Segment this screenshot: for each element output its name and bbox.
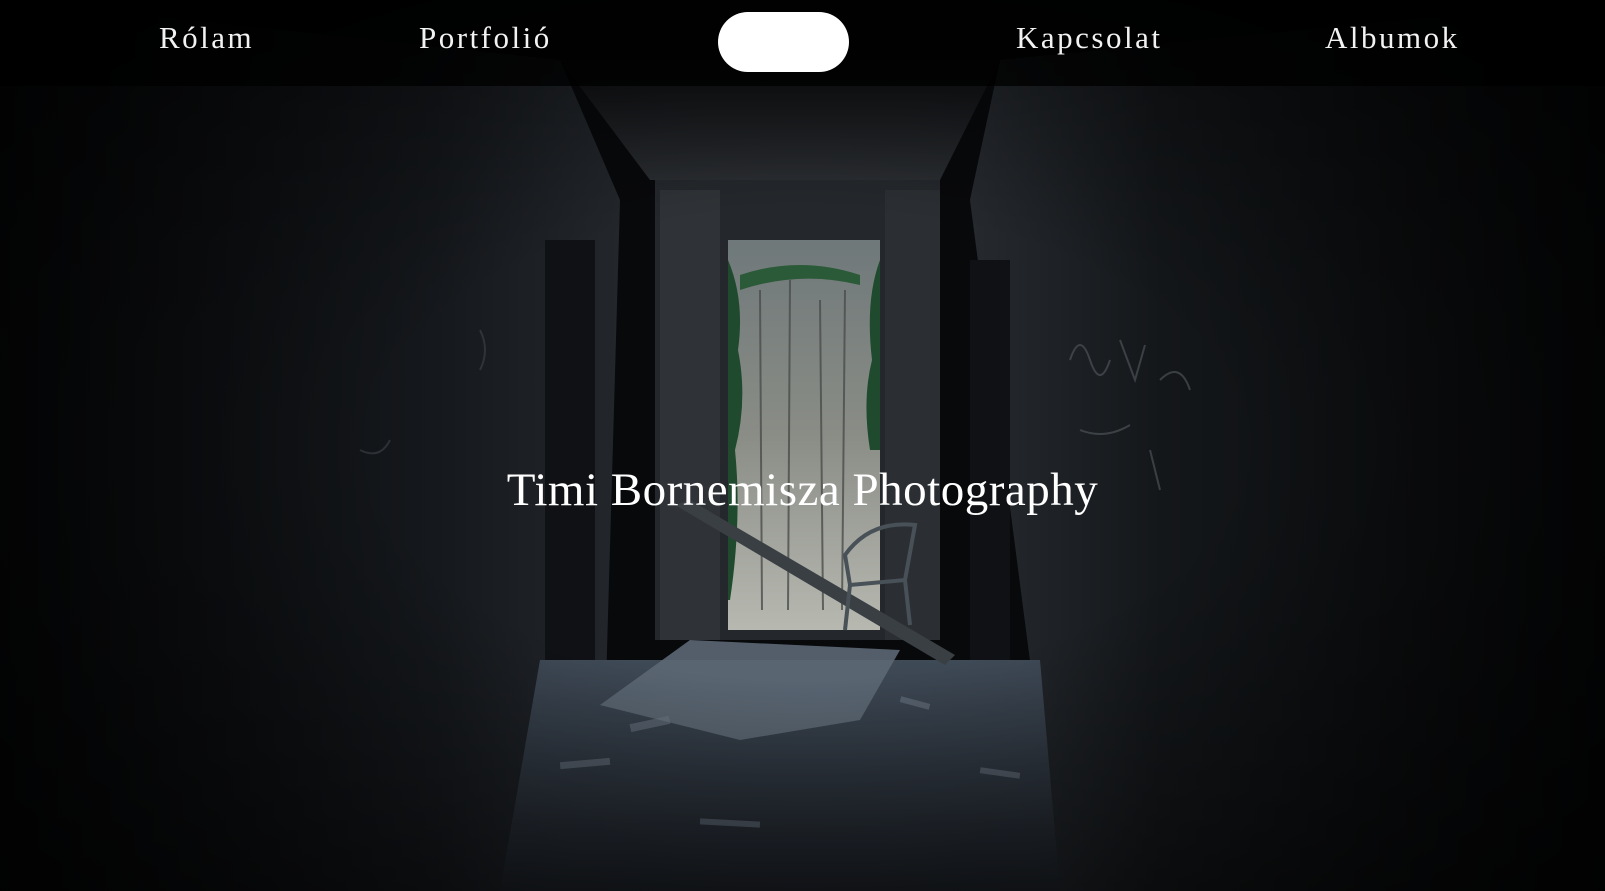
- nav-link-kapcsolat[interactable]: Kapcsolat: [1016, 19, 1162, 56]
- site-title: Timi Bornemisza Photography: [506, 464, 1099, 516]
- logo-pill[interactable]: [718, 12, 849, 72]
- nav-link-albumok[interactable]: Albumok: [1325, 19, 1460, 56]
- nav-link-portfolio[interactable]: Portfolió: [419, 19, 552, 56]
- nav-link-rolam[interactable]: Rólam: [159, 19, 254, 56]
- hero-section: Timi Bornemisza Photography: [0, 0, 1605, 891]
- top-navigation: Rólam Portfolió Kapcsolat Albumok: [0, 0, 1605, 86]
- hero-background-photo: [0, 0, 1605, 891]
